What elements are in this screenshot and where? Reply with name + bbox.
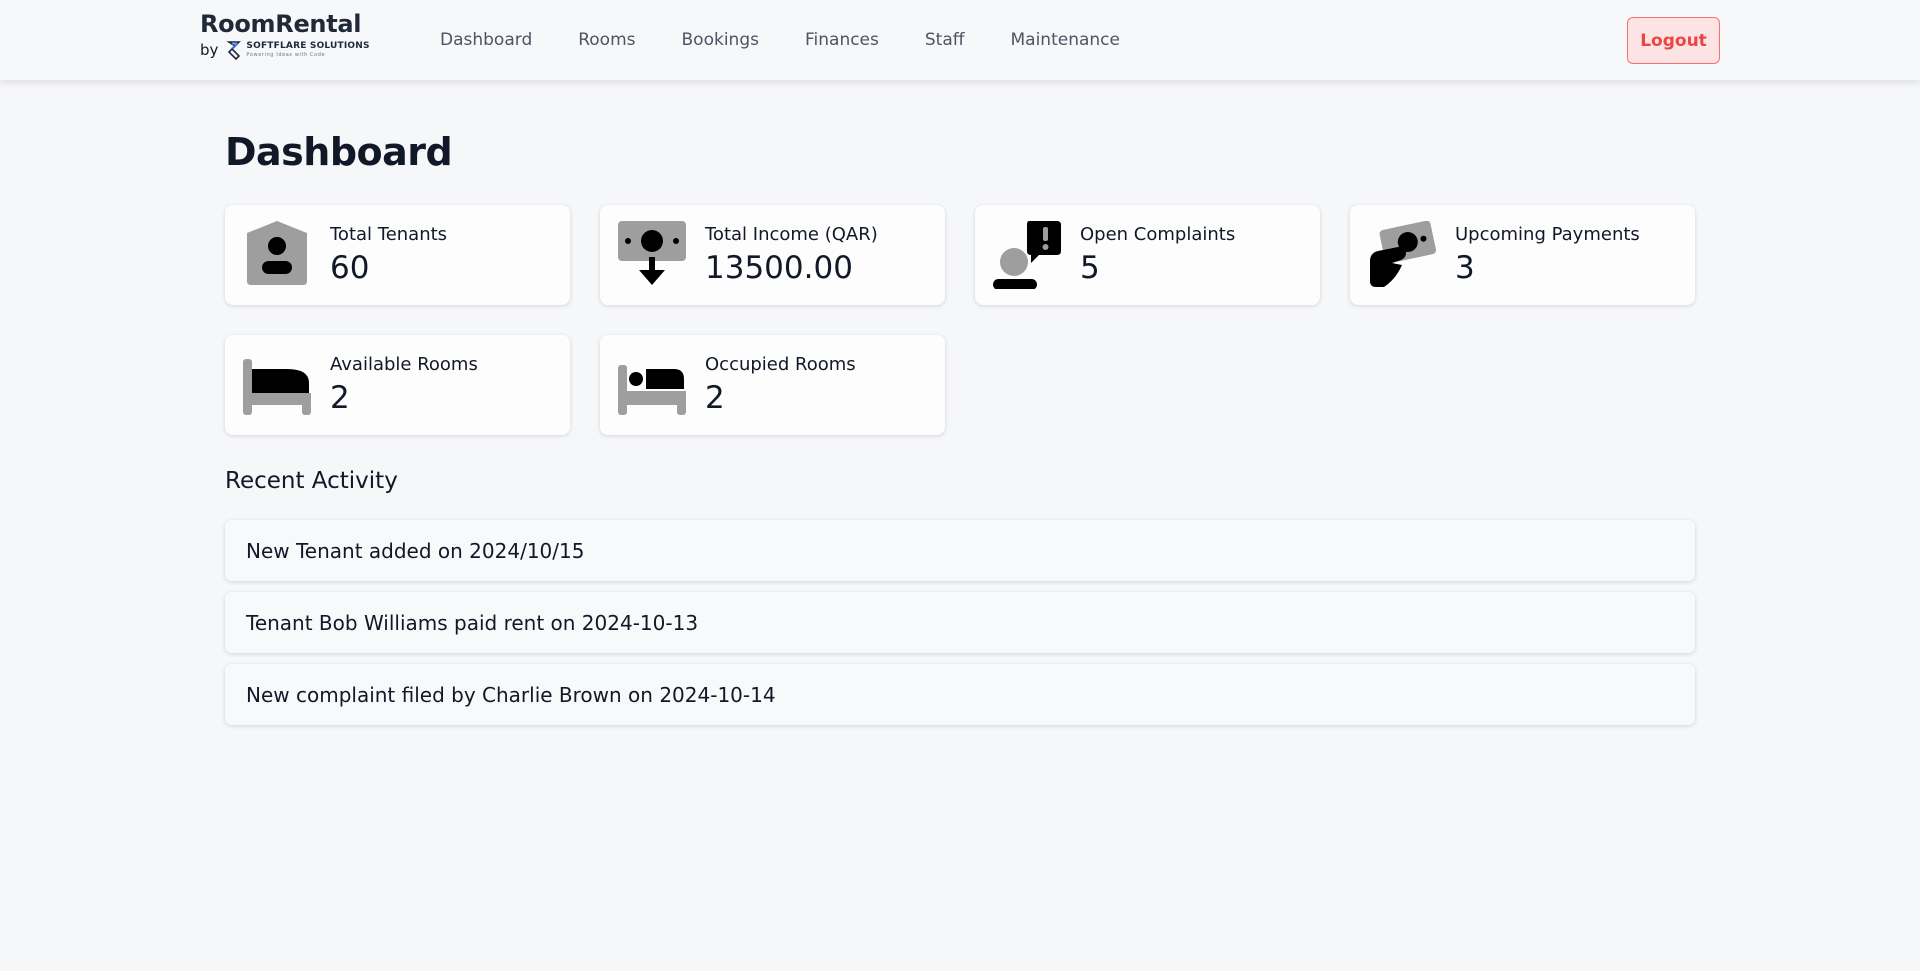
- nav-item-maintenance[interactable]: Maintenance: [1010, 30, 1119, 50]
- logout-button[interactable]: Logout: [1627, 17, 1720, 64]
- activity-item: New complaint filed by Charlie Brown on …: [225, 664, 1695, 725]
- page-title: Dashboard: [225, 130, 453, 174]
- tenant-badge-icon: [247, 221, 307, 285]
- stat-card-total-tenants[interactable]: Total Tenants 60: [225, 205, 570, 305]
- stat-label: Open Complaints: [1080, 224, 1236, 245]
- stat-label: Total Tenants: [330, 224, 448, 245]
- stat-value: 2: [705, 380, 725, 416]
- nav-item-finances[interactable]: Finances: [805, 30, 879, 50]
- nav-item-dashboard[interactable]: Dashboard: [440, 30, 532, 50]
- person-alert-icon: [993, 221, 1061, 289]
- company-tagline: Powering Ideas with Code: [246, 52, 326, 58]
- empty-bed-icon: [243, 359, 311, 415]
- occupied-bed-icon: [618, 365, 686, 415]
- stat-label: Occupied Rooms: [705, 354, 856, 375]
- brand[interactable]: RoomRental by SOFTFLARE SOLUTIONS Poweri…: [200, 10, 370, 60]
- stat-card-total-income[interactable]: Total Income (QAR) 13500.00: [600, 205, 945, 305]
- nav-item-rooms[interactable]: Rooms: [578, 30, 635, 50]
- activity-item: Tenant Bob Williams paid rent on 2024-10…: [225, 592, 1695, 653]
- company-logo: SOFTFLARE SOLUTIONS Powering Ideas with …: [226, 40, 370, 60]
- money-download-icon: [618, 221, 686, 285]
- brand-byline: by SOFTFLARE SOLUTIONS Powering Ideas wi…: [200, 40, 370, 60]
- stat-value: 13500.00: [705, 250, 853, 286]
- stat-value: 3: [1455, 250, 1475, 286]
- top-navbar: RoomRental by SOFTFLARE SOLUTIONS Poweri…: [0, 0, 1920, 80]
- stat-label: Upcoming Payments: [1455, 224, 1640, 245]
- activity-item: New Tenant added on 2024/10/15: [225, 520, 1695, 581]
- brand-by-text: by: [200, 41, 219, 59]
- stat-value: 2: [330, 380, 350, 416]
- stat-card-open-complaints[interactable]: Open Complaints 5: [975, 205, 1320, 305]
- nav-item-staff[interactable]: Staff: [925, 30, 965, 50]
- nav-item-bookings[interactable]: Bookings: [682, 30, 759, 50]
- stat-label: Total Income (QAR): [705, 224, 878, 245]
- stat-value: 5: [1080, 250, 1100, 286]
- stat-card-upcoming-payments[interactable]: Upcoming Payments 3: [1350, 205, 1695, 305]
- brand-title: RoomRental: [200, 10, 362, 38]
- stat-card-occupied-rooms[interactable]: Occupied Rooms 2: [600, 335, 945, 435]
- company-name: SOFTFLARE SOLUTIONS: [246, 41, 370, 51]
- hand-money-icon: [1370, 221, 1436, 287]
- main-nav: Dashboard Rooms Bookings Finances Staff …: [440, 30, 1166, 50]
- recent-activity-title: Recent Activity: [225, 468, 398, 494]
- stat-label: Available Rooms: [330, 354, 478, 375]
- stat-value: 60: [330, 250, 370, 286]
- softflare-logo-icon: [226, 41, 242, 60]
- stat-card-available-rooms[interactable]: Available Rooms 2: [225, 335, 570, 435]
